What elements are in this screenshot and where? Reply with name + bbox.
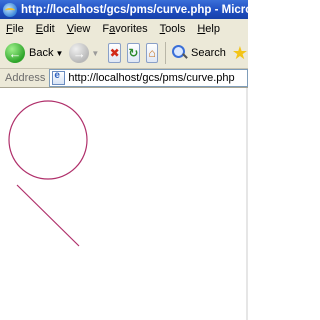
- menu-file[interactable]: File: [0, 23, 30, 35]
- stop-icon[interactable]: ✖: [108, 43, 122, 63]
- window-title: http://localhost/gcs/pms/curve.php - Mic…: [21, 3, 248, 16]
- menu-edit[interactable]: Edit: [30, 23, 61, 35]
- back-dropdown-icon[interactable]: ▼: [55, 49, 63, 58]
- menu-tools[interactable]: Tools: [154, 23, 192, 35]
- menu-help[interactable]: Help: [191, 23, 226, 35]
- back-arrow-icon: ←: [5, 43, 25, 63]
- refresh-icon[interactable]: ↻: [127, 43, 140, 63]
- address-label: Address: [5, 72, 46, 84]
- back-button[interactable]: ← Back ▼: [0, 40, 67, 66]
- menu-favorites[interactable]: Favorites: [96, 23, 153, 35]
- page-icon: [52, 70, 66, 85]
- forward-button[interactable]: → ▼: [69, 40, 103, 66]
- address-url: http://localhost/gcs/pms/curve.php: [68, 72, 235, 84]
- title-bar: http://localhost/gcs/pms/curve.php - Mic…: [0, 0, 248, 19]
- forward-dropdown-icon[interactable]: ▼: [91, 49, 99, 58]
- back-label: Back: [29, 47, 54, 59]
- internet-explorer-icon: [3, 2, 17, 17]
- forward-arrow-icon: →: [69, 43, 90, 63]
- search-icon: [172, 45, 188, 61]
- menu-view[interactable]: View: [61, 23, 97, 35]
- address-bar: Address http://localhost/gcs/pms/curve.p…: [0, 69, 248, 88]
- drawing-canvas: [8, 100, 88, 247]
- standard-toolbar: ← Back ▼ → ▼ ✖ ↻ ⌂ Search ★: [0, 38, 248, 69]
- drawn-line: [16, 184, 80, 247]
- search-label: Search: [191, 47, 226, 59]
- page-edge: [246, 88, 248, 320]
- home-icon[interactable]: ⌂: [145, 43, 159, 63]
- search-button[interactable]: Search: [170, 40, 226, 66]
- address-input[interactable]: http://localhost/gcs/pms/curve.php: [49, 69, 248, 87]
- menu-bar: File Edit View Favorites Tools Help: [0, 19, 248, 39]
- drawn-circle: [8, 100, 88, 180]
- toolbar-separator: [165, 42, 167, 64]
- favorites-star-icon[interactable]: ★: [232, 43, 248, 64]
- page-content: [0, 88, 248, 320]
